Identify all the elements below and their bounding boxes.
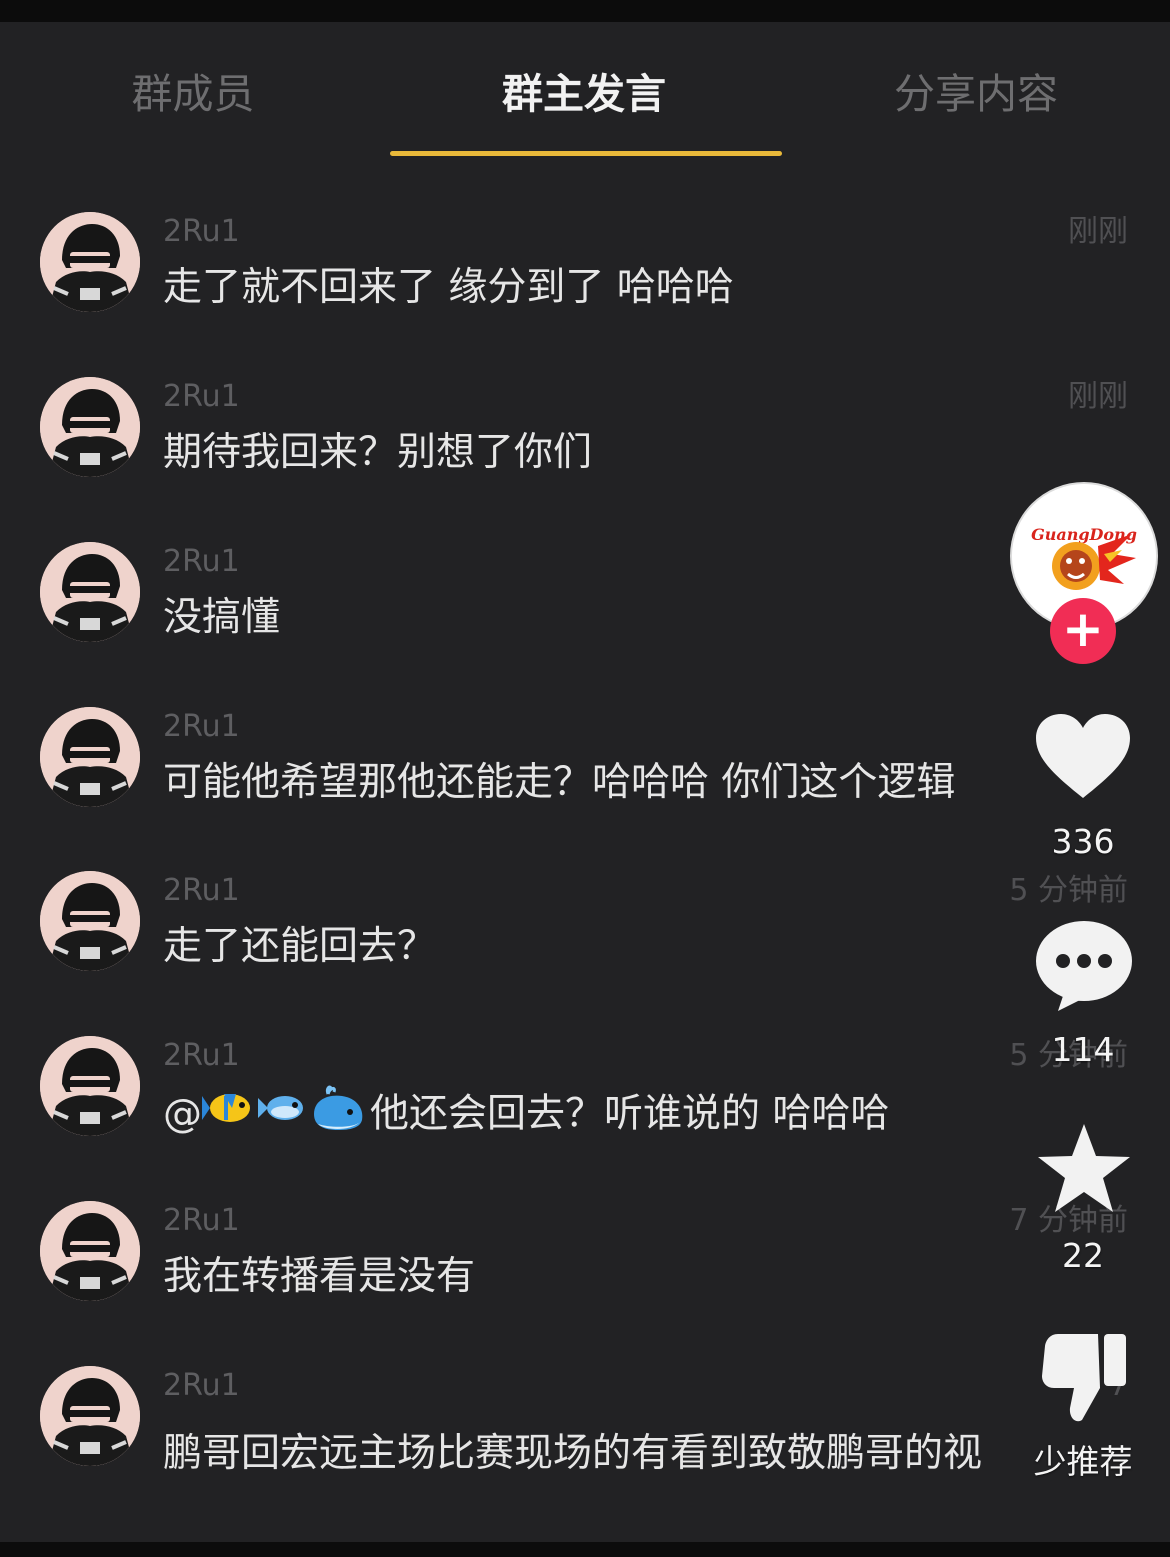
sender-avatar[interactable] [40,212,140,312]
tab-owner-posts[interactable]: 群主发言 [496,66,672,122]
message-row[interactable]: 2Ru17鹏哥回宏远主场比赛现场的有看到致敬鹏哥的视 [0,1366,1170,1531]
dislike-thumb-down-icon[interactable] [1042,1332,1128,1424]
message-row[interactable]: 2Ru1 可能他希望那他还能走？哈哈哈 你们这个逻辑 [0,707,1170,872]
message-row[interactable]: 2Ru1 没搞懂 [0,542,1170,707]
sender-name: 2Ru1 [163,1203,240,1238]
message-text: @ 他还会回去？听谁说的 哈哈哈 [163,1084,889,1140]
favorite-star-icon[interactable] [1036,1122,1132,1214]
mention-symbol: @ [163,1091,202,1137]
sender-name: 2Ru1 [163,1038,240,1073]
sender-avatar[interactable] [40,707,140,807]
message-row[interactable]: 2Ru1 刚刚 走了就不回来了 缘分到了 哈哈哈 [0,212,1170,377]
sender-name: 2Ru1 [163,1368,240,1403]
message-row[interactable]: 2Ru1 5 分钟前 走了还能回去？ [0,871,1170,1036]
tab-members[interactable]: 群成员 [128,66,258,122]
message-row[interactable]: 2Ru1 刚刚 期待我回来？别想了你们 [0,377,1170,542]
fish-icon [258,1088,306,1144]
comment-bubble-icon[interactable] [1034,917,1134,1013]
message-row[interactable]: 2Ru1 7 分钟前 我在转播看是没有 [0,1201,1170,1366]
sender-avatar[interactable] [40,1036,140,1136]
whale-icon [310,1084,366,1148]
active-tab-indicator [390,151,782,156]
sender-avatar[interactable] [40,1201,140,1301]
tropical-fish-icon [202,1086,254,1146]
group-chat-screen: 群成员 群主发言 分享内容 2Ru1 刚刚 走了就不回来了 缘分到了 哈哈哈 2Ru… [0,22,1170,1542]
follow-button[interactable]: + [1050,598,1116,664]
sender-name: 2Ru1 [163,214,240,249]
bottom-bar [0,1542,1170,1557]
like-count: 336 [1051,822,1115,861]
sender-avatar[interactable] [40,871,140,971]
video-action-rail: GuangDong + 336 114 22 少推荐 [1000,22,1170,1542]
message-text: 鹏哥回宏远主场比赛现场的有看到致敬鹏哥的视 [163,1431,983,1476]
sender-name: 2Ru1 [163,544,240,579]
message-body: 他还会回去？听谁说的 哈哈哈 [370,1091,890,1137]
dislike-label[interactable]: 少推荐 [1000,1442,1166,1482]
tab-bar: 群成员 群主发言 分享内容 [0,22,1170,162]
sender-avatar[interactable] [40,542,140,642]
favorite-count: 22 [1062,1236,1104,1275]
sender-name: 2Ru1 [163,379,240,414]
message-text: 没搞懂 [163,595,281,640]
message-text: 期待我回来？别想了你们 [163,430,593,475]
status-bar [0,0,1170,22]
sender-name: 2Ru1 [163,873,240,908]
sender-avatar[interactable] [40,1366,140,1466]
message-text: 走了就不回来了 缘分到了 哈哈哈 [163,265,734,310]
like-heart-icon[interactable] [1033,712,1133,802]
sender-name: 2Ru1 [163,709,240,744]
sender-avatar[interactable] [40,377,140,477]
comment-count: 114 [1051,1030,1115,1069]
message-text: 可能他希望那他还能走？哈哈哈 你们这个逻辑 [163,760,956,805]
message-text: 我在转播看是没有 [163,1254,476,1299]
message-row[interactable]: 2Ru1 5 分钟前 @ 他还会回去？听谁说的 哈哈哈 [0,1036,1170,1201]
message-text: 走了还能回去？ [163,924,437,969]
